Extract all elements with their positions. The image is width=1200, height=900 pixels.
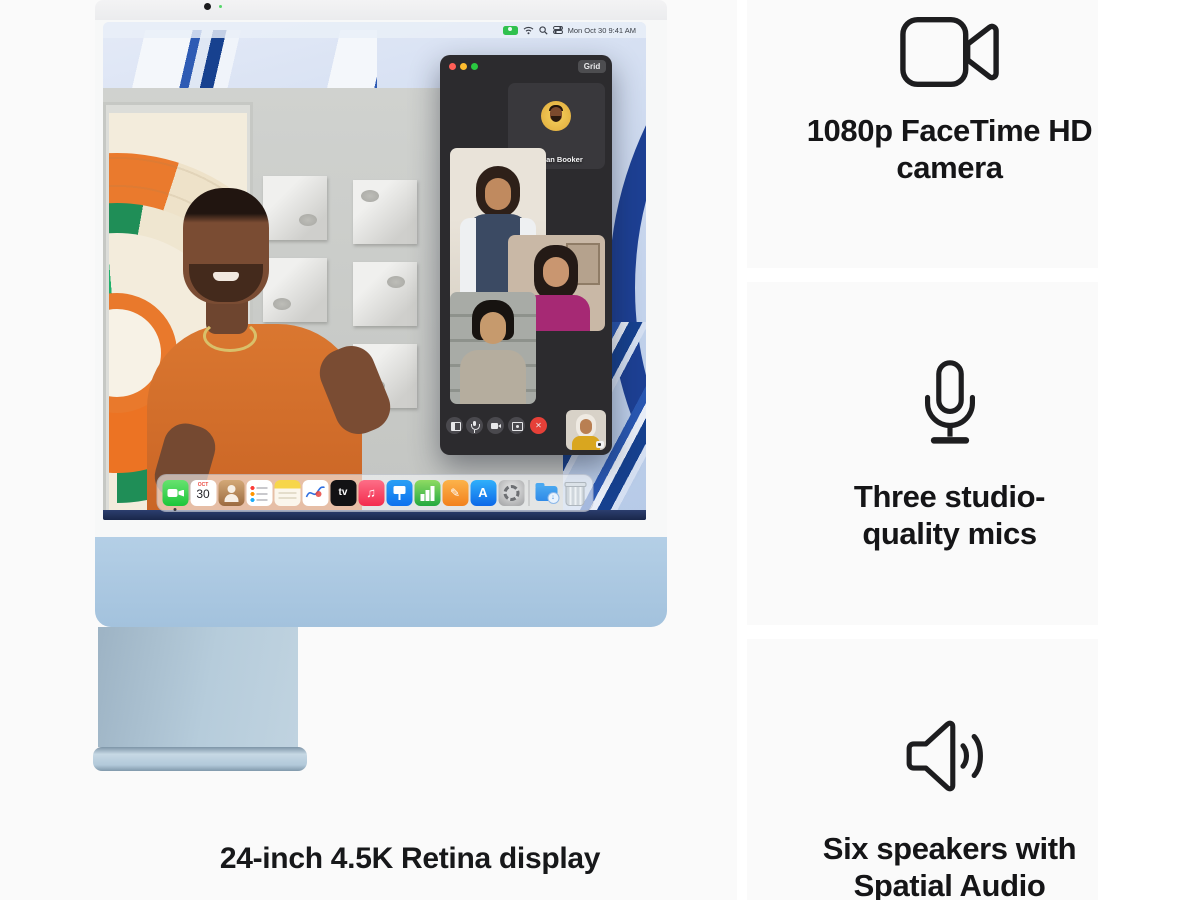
- dock: OCT 30 tv ♫: [156, 474, 593, 512]
- control-center-icon[interactable]: [553, 26, 563, 34]
- camera-toggle-button[interactable]: [487, 417, 504, 434]
- dock-separator: [528, 480, 529, 506]
- feature-card-speakers: Six speakers with Spatial Audio: [747, 639, 1098, 900]
- mute-mic-button[interactable]: [466, 417, 483, 434]
- feature-card-mics: Three studio- quality mics: [747, 282, 1098, 625]
- camera-indicator-led-icon: [219, 5, 222, 8]
- microphone-icon: [919, 360, 981, 446]
- close-window-button[interactable]: [449, 63, 456, 70]
- search-icon[interactable]: [539, 26, 548, 35]
- imac-display-bezel: Grid Tristan Booker: [95, 20, 667, 537]
- imac-panel: Grid Tristan Booker: [0, 0, 737, 900]
- stocks-wave-dock-icon[interactable]: [302, 480, 328, 506]
- menu-bar-clock[interactable]: Mon Oct 30 9:41 AM: [568, 26, 636, 35]
- wallpaper-ribbons-top: [127, 30, 377, 92]
- reminders-dock-icon[interactable]: [246, 480, 272, 506]
- facetime-camera-dot-icon: [204, 3, 211, 10]
- minimize-window-button[interactable]: [460, 63, 467, 70]
- user-badge-icon[interactable]: [503, 26, 518, 35]
- wifi-icon[interactable]: [523, 26, 534, 35]
- speaker-icon: [903, 717, 997, 795]
- feature-card-camera: 1080p FaceTime HD camera: [747, 0, 1098, 268]
- menu-bar: Mon Oct 30 9:41 AM: [103, 22, 646, 38]
- memoji-avatar: [541, 101, 571, 131]
- feature-text: 1080p FaceTime HD camera: [747, 112, 1098, 186]
- pages-dock-icon[interactable]: ✎: [442, 480, 468, 506]
- feature-text: Six speakers with Spatial Audio: [747, 830, 1098, 900]
- imac-screen: Grid Tristan Booker: [103, 22, 646, 520]
- zoom-window-button[interactable]: [471, 63, 478, 70]
- imac-chin: [95, 537, 667, 627]
- contacts-dock-icon[interactable]: [218, 480, 244, 506]
- product-marketing-image: Grid Tristan Booker: [0, 0, 1200, 900]
- camera-badge-icon: [596, 441, 604, 448]
- numbers-dock-icon[interactable]: [414, 480, 440, 506]
- participant-tile: [450, 292, 536, 404]
- apple-tv-dock-icon[interactable]: tv: [330, 480, 356, 506]
- self-view-tile: [566, 410, 606, 450]
- sidebar-button[interactable]: [446, 417, 463, 434]
- presenter-necklace: [203, 320, 257, 352]
- app-store-dock-icon[interactable]: A: [470, 480, 496, 506]
- end-call-button[interactable]: ✕: [530, 417, 547, 434]
- imac-stand: [98, 627, 298, 747]
- video-camera-icon: [899, 13, 1001, 91]
- screen-share-button[interactable]: [508, 417, 525, 434]
- downloads-folder-dock-icon[interactable]: [533, 480, 559, 506]
- facetime-dock-icon[interactable]: [162, 480, 188, 506]
- system-settings-dock-icon[interactable]: [498, 480, 524, 506]
- feature-text: Three studio- quality mics: [747, 478, 1098, 552]
- imac-top-edge: [95, 0, 667, 22]
- display-caption: 24-inch 4.5K Retina display: [95, 842, 667, 876]
- keynote-dock-icon[interactable]: [386, 480, 412, 506]
- imac-stand-foot: [93, 747, 307, 771]
- calendar-dock-icon[interactable]: OCT 30: [190, 480, 216, 506]
- running-app-indicator: [174, 508, 177, 511]
- facetime-window: Grid Tristan Booker: [440, 55, 612, 455]
- trash-dock-icon[interactable]: [561, 480, 587, 506]
- grid-view-button[interactable]: Grid: [578, 60, 606, 73]
- music-dock-icon[interactable]: ♫: [358, 480, 384, 506]
- imac: Grid Tristan Booker: [95, 0, 667, 773]
- notes-dock-icon[interactable]: [274, 480, 300, 506]
